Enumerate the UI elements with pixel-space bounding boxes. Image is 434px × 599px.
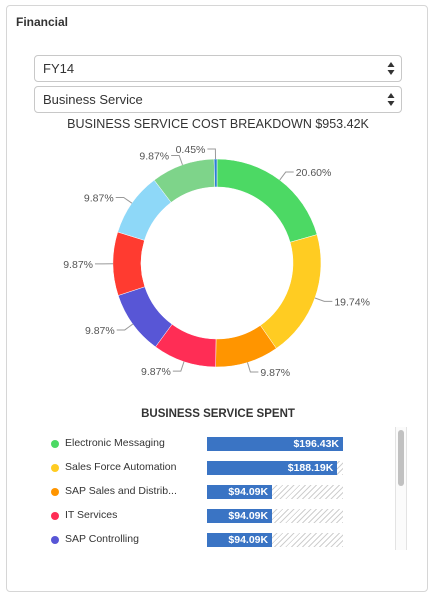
slice-percent-label: 9.87% (139, 150, 169, 162)
cost-breakdown-donut-chart: 20.60% 19.74% 9.87% 9.87% 9.87% 9.87% 9.87% 9.8… (63, 144, 370, 379)
slice-percent-label: 19.74% (334, 296, 370, 308)
slice-percent-label: 9.87% (85, 325, 115, 337)
spent-bar: $94.09K (207, 509, 273, 523)
slice-leader-line (115, 196, 133, 204)
scrollbar-thumb[interactable] (398, 430, 404, 486)
spent-bar-track: $94.09K (207, 533, 343, 547)
legend-dot (51, 488, 59, 496)
slice-leader-line (116, 323, 134, 331)
spent-item-label: IT Services (65, 509, 118, 521)
spent-bar-track: $94.09K (207, 509, 343, 523)
legend-dot (51, 440, 59, 448)
slice-leader-line (172, 361, 185, 372)
slice-percent-label: 9.87% (260, 367, 290, 379)
spent-list-item[interactable]: Sales Force Automation $188.19K (43, 458, 393, 478)
slice-leader-line (207, 148, 217, 160)
slice-leader-line (279, 171, 294, 181)
spent-list-item[interactable]: Electronic Messaging $196.43K (43, 434, 393, 454)
slice-percent-label: 0.45% (176, 144, 206, 156)
spent-list-item[interactable]: SAP Sales and Distrib... $94.09K (43, 482, 393, 502)
spent-bar: $188.19K (207, 461, 338, 475)
slice-percent-label: 20.60% (296, 167, 332, 179)
slice-percent-label: 9.87% (63, 259, 93, 271)
donut-slice[interactable] (213, 158, 218, 188)
spent-bar: $94.09K (207, 533, 273, 547)
spent-bar-track: $188.19K (207, 461, 343, 475)
spent-item-label: Sales Force Automation (65, 461, 177, 473)
legend-dot (51, 464, 59, 472)
spent-list-item[interactable]: IT Services $94.09K (43, 506, 393, 526)
spent-list: Electronic Messaging $196.43K Sales Force … (43, 426, 403, 552)
donut-slice[interactable] (112, 231, 146, 296)
legend-dot (51, 536, 59, 544)
slice-leader-line (246, 362, 259, 373)
spent-list-item[interactable]: SAP Controlling $94.09K (43, 530, 393, 550)
slice-leader-line (314, 297, 333, 302)
spent-item-label: Electronic Messaging (65, 437, 165, 449)
slice-percent-label: 9.87% (141, 366, 171, 378)
spent-bar-track: $196.43K (207, 437, 343, 451)
spent-item-label: SAP Controlling (65, 533, 139, 545)
slice-percent-label: 9.87% (84, 192, 114, 204)
spent-bar: $94.09K (207, 485, 273, 499)
spent-bar: $196.43K (207, 437, 343, 451)
spent-bar-track: $94.09K (207, 485, 343, 499)
financial-panel: Financial FY14 Business Service BUSINESS… (6, 5, 428, 592)
spent-list-scrollbar[interactable] (395, 427, 407, 550)
spent-list-title: BUSINESS SERVICE SPENT (141, 408, 295, 420)
spent-item-label: SAP Sales and Distrib... (65, 485, 177, 497)
donut-slice[interactable] (260, 234, 322, 349)
slice-leader-line (171, 154, 183, 166)
legend-dot (51, 512, 59, 520)
